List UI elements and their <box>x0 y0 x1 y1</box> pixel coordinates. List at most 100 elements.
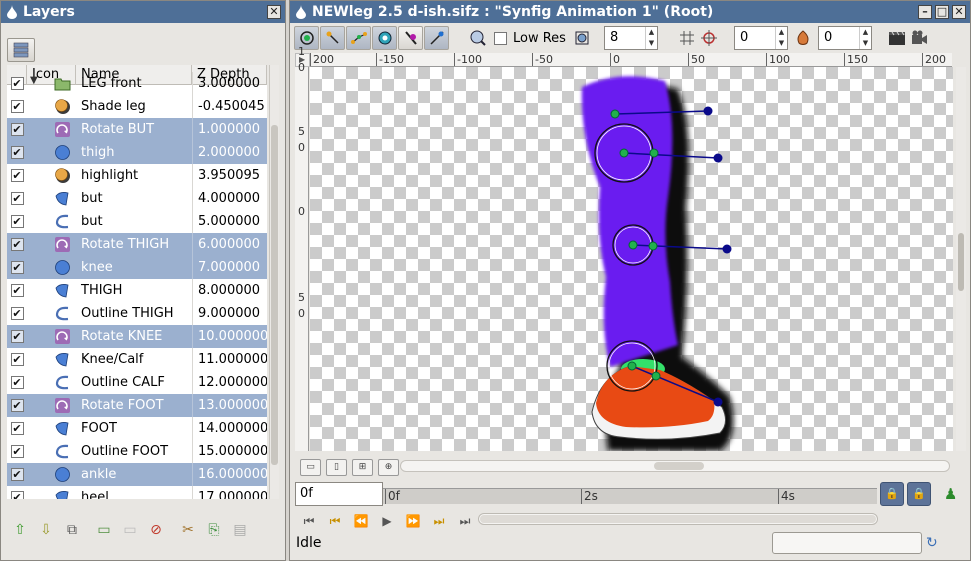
layer-row[interactable]: ✔ thigh 2.000000 <box>7 141 267 164</box>
layer-row[interactable]: ✔ ankle 16.000000 <box>7 463 267 486</box>
layer-visibility-checkbox[interactable]: ✔ <box>10 376 24 389</box>
ungroup-layer-button[interactable]: ▭ <box>117 517 143 543</box>
layer-row[interactable]: ✔ Rotate BUT 1.000000 <box>7 118 267 141</box>
layer-name[interactable]: Rotate KNEE <box>76 329 192 344</box>
layer-row[interactable]: ✔ ▼ LEG front 3.000000 <box>7 72 267 95</box>
layer-row[interactable]: ✔ heel 17.000000 <box>7 486 267 499</box>
low-res-checkbox[interactable] <box>494 31 507 45</box>
spin-arrows-icon[interactable]: ▲ ▼ <box>774 27 787 49</box>
layer-name[interactable]: Knee/Calf <box>76 352 192 367</box>
lower-layer-button[interactable]: ⇩ <box>33 517 59 543</box>
layer-row[interactable]: ✔ Rotate THIGH 6.000000 <box>7 233 267 256</box>
onion-skin-icon[interactable] <box>792 30 814 46</box>
layer-visibility-checkbox[interactable]: ✔ <box>10 422 24 435</box>
layer-row[interactable]: ✔ THIGH 8.000000 <box>7 279 267 302</box>
layer-visibility-checkbox[interactable]: ✔ <box>10 491 24 499</box>
zoom-in-icon[interactable]: ⊕ <box>378 459 399 476</box>
snap-to-grid-icon[interactable] <box>698 30 720 46</box>
layer-name[interactable]: thigh <box>76 145 192 160</box>
quality-spinner[interactable]: 8 ▲ ▼ <box>603 26 658 50</box>
time-zoom-scrollbar[interactable] <box>478 513 878 525</box>
preview-icon[interactable] <box>908 30 930 46</box>
canvas-vertical-thumb[interactable] <box>958 233 964 291</box>
layer-name[interactable]: Rotate BUT <box>76 122 192 137</box>
canvas-horizontal-thumb[interactable] <box>654 462 704 470</box>
delete-layer-button[interactable]: ⊘ <box>143 517 169 543</box>
duplicate-layer-button[interactable]: ⧉ <box>59 517 85 543</box>
layers-scrollbar[interactable] <box>269 65 279 499</box>
layer-name[interactable]: heel <box>76 490 192 499</box>
past-keyframe-lock-icon[interactable]: 🔒 <box>880 482 904 506</box>
show-vertex-ducks-button[interactable] <box>320 26 345 50</box>
layer-name[interactable]: highlight <box>76 168 192 183</box>
layer-name[interactable]: ankle <box>76 467 192 482</box>
onion-future-spinner[interactable]: 0 ▲ ▼ <box>817 26 872 50</box>
layer-visibility-checkbox[interactable]: ✔ <box>10 399 24 412</box>
canvas-workarea[interactable] <box>310 67 953 451</box>
layer-visibility-checkbox[interactable]: ✔ <box>10 169 24 182</box>
seek-next-frame-icon[interactable]: ⏩ <box>402 511 424 531</box>
layer-name[interactable]: but <box>76 191 192 206</box>
show-grid-icon[interactable] <box>676 30 698 46</box>
layer-visibility-checkbox[interactable]: ✔ <box>10 77 24 90</box>
layer-visibility-checkbox[interactable]: ✔ <box>10 215 24 228</box>
layer-visibility-checkbox[interactable]: ✔ <box>10 261 24 274</box>
layer-name[interactable]: LEG front <box>76 76 192 91</box>
layer-row[interactable]: ✔ but 5.000000 <box>7 210 267 233</box>
show-width-ducks-button[interactable] <box>398 26 423 50</box>
layer-row[interactable]: ✔ Knee/Calf 11.000000 <box>7 348 267 371</box>
spin-arrows-icon[interactable]: ▲ ▼ <box>644 27 657 49</box>
cut-layer-button[interactable]: ✂ <box>175 517 201 543</box>
layer-name[interactable]: but <box>76 214 192 229</box>
show-tangent-ducks-button[interactable] <box>346 26 371 50</box>
time-zoom-thumb[interactable] <box>480 515 876 523</box>
layer-name[interactable]: Shade leg <box>76 99 192 114</box>
layer-name[interactable]: Outline THIGH <box>76 306 192 321</box>
paste-layer-button[interactable]: ▤ <box>227 517 253 543</box>
onion-past-spinner[interactable]: 0 ▲ ▼ <box>733 26 788 50</box>
layer-visibility-checkbox[interactable]: ✔ <box>10 445 24 458</box>
layer-visibility-checkbox[interactable]: ✔ <box>10 307 24 320</box>
close-icon[interactable]: ✕ <box>267 5 281 19</box>
layer-name[interactable]: Rotate THIGH <box>76 237 192 252</box>
seek-prev-keyframe-icon[interactable]: ⏮ <box>324 511 346 531</box>
layer-visibility-checkbox[interactable]: ✔ <box>10 284 24 297</box>
layer-row[interactable]: ✔ Outline FOOT 15.000000 <box>7 440 267 463</box>
zoom-out-icon[interactable]: ▭ <box>300 459 321 476</box>
maximize-icon[interactable]: □ <box>935 5 949 19</box>
current-frame-field[interactable]: 0f <box>295 482 383 506</box>
render-icon[interactable] <box>886 30 908 46</box>
expand-arrow-icon[interactable]: ▼ <box>30 75 38 86</box>
seek-end-icon[interactable]: ⏭ <box>454 511 476 531</box>
canvas-vertical-scrollbar[interactable] <box>956 67 966 451</box>
layer-visibility-checkbox[interactable]: ✔ <box>10 192 24 205</box>
zoom-fit-icon[interactable]: ▯ <box>326 459 347 476</box>
group-layer-button[interactable]: ▭ <box>91 517 117 543</box>
future-keyframe-lock-icon[interactable]: 🔒 <box>907 482 931 506</box>
layer-stack-tab-button[interactable] <box>7 38 35 62</box>
layer-name[interactable]: Outline CALF <box>76 375 192 390</box>
background-rendering-icon[interactable] <box>570 29 594 47</box>
layer-row[interactable]: ✔ knee 7.000000 <box>7 256 267 279</box>
layer-name[interactable]: knee <box>76 260 192 275</box>
layers-scrollbar-thumb[interactable] <box>271 125 278 465</box>
layers-titlebar[interactable]: Layers ✕ <box>1 1 285 23</box>
seek-begin-icon[interactable]: ⏮ <box>298 511 320 531</box>
zoom-100-icon[interactable]: ⊞ <box>352 459 373 476</box>
layer-row[interactable]: ✔ highlight 3.950095 <box>7 164 267 187</box>
layer-visibility-checkbox[interactable]: ✔ <box>10 238 24 251</box>
seek-next-keyframe-icon[interactable]: ⏭ <box>428 511 450 531</box>
layer-name[interactable]: Outline FOOT <box>76 444 192 459</box>
layer-name[interactable]: Rotate FOOT <box>76 398 192 413</box>
spin-arrows-icon[interactable]: ▲ ▼ <box>858 27 871 49</box>
layer-visibility-checkbox[interactable]: ✔ <box>10 146 24 159</box>
show-angle-ducks-button[interactable] <box>424 26 449 50</box>
layer-row[interactable]: ✔ Rotate KNEE 10.000000 <box>7 325 267 348</box>
canvas-titlebar[interactable]: NEWleg 2.5 d-ish.sifz : "Synfig Animatio… <box>290 1 970 23</box>
animation-mode-icon[interactable]: ♟ <box>944 485 957 503</box>
layer-row[interactable]: ✔ Outline THIGH 9.000000 <box>7 302 267 325</box>
layer-row[interactable]: ✔ Outline CALF 12.000000 <box>7 371 267 394</box>
layer-visibility-checkbox[interactable]: ✔ <box>10 330 24 343</box>
layer-row[interactable]: ✔ FOOT 14.000000 <box>7 417 267 440</box>
seek-prev-frame-icon[interactable]: ⏪ <box>350 511 372 531</box>
